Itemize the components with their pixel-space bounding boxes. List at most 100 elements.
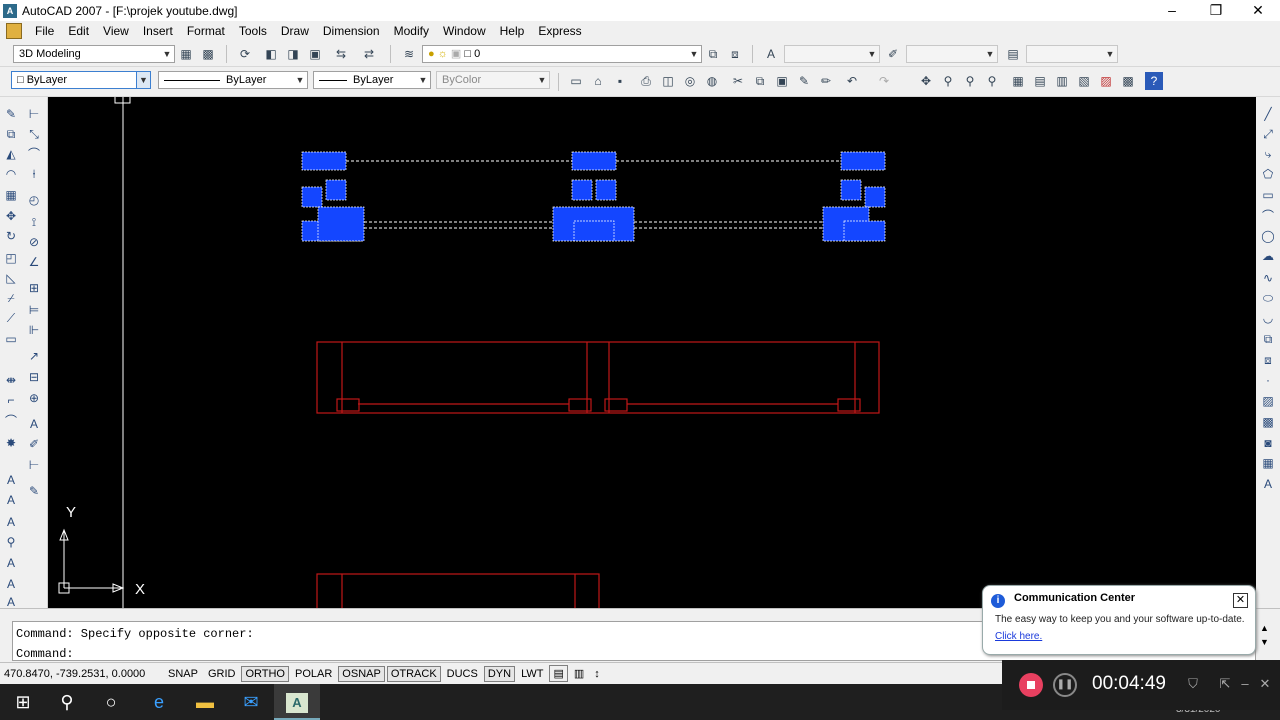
menu-express[interactable]: Express xyxy=(531,24,588,38)
layer-tool-icon[interactable]: ▣ xyxy=(306,45,324,63)
ortho-toggle[interactable]: ORTHO xyxy=(241,665,289,682)
menu-edit[interactable]: Edit xyxy=(61,24,96,38)
find-text-icon[interactable]: ⚲ xyxy=(2,533,20,551)
ellipse-icon[interactable]: ⬭ xyxy=(1259,289,1277,307)
ordinate-dimension-icon[interactable]: ⍿ xyxy=(25,165,43,183)
layer-tool-icon[interactable]: ⇄ xyxy=(360,45,378,63)
menu-format[interactable]: Format xyxy=(180,24,232,38)
arc-icon[interactable]: ⌒ xyxy=(1259,207,1277,225)
lwt-toggle[interactable]: LWT xyxy=(517,666,547,682)
refresh-icon[interactable]: ⟳ xyxy=(236,45,254,63)
expand-icon[interactable]: ⇱ xyxy=(1216,676,1234,692)
plotstyle-dropdown[interactable]: ByColor ▼ xyxy=(436,71,550,89)
baseline-dimension-icon[interactable]: ⊨ xyxy=(25,301,43,319)
scroll-up-icon[interactable]: ▲ xyxy=(1260,623,1269,633)
zoom-window-icon[interactable]: ⚲ xyxy=(961,72,979,90)
revision-cloud-icon[interactable]: ☁ xyxy=(1259,247,1277,265)
menu-tools[interactable]: Tools xyxy=(232,24,274,38)
cut-icon[interactable]: ✂ xyxy=(729,72,747,90)
help-icon[interactable]: ? xyxy=(1145,72,1163,90)
make-layer-current-icon[interactable]: ⧉ xyxy=(704,45,722,63)
menu-window[interactable]: Window xyxy=(436,24,493,38)
workspace-settings-icon[interactable]: ▦ xyxy=(177,45,195,63)
coordinate-readout[interactable]: 470.8470, -739.2531, 0.0000 xyxy=(4,668,164,680)
properties-icon[interactable]: ▦ xyxy=(1009,72,1027,90)
linetype-dropdown[interactable]: ByLayer ▼ xyxy=(158,71,308,89)
plot-preview-icon[interactable]: ◫ xyxy=(659,72,677,90)
publish-icon[interactable]: ◎ xyxy=(681,72,699,90)
close-icon[interactable]: ✕ xyxy=(1233,593,1248,608)
construction-line-icon[interactable]: ⤢ xyxy=(1259,125,1277,143)
lineweight-dropdown[interactable]: ByLayer ▼ xyxy=(313,71,431,89)
tool-palettes-icon[interactable]: ▥ xyxy=(1053,72,1071,90)
dim-style-dropdown[interactable]: ▼ xyxy=(906,45,998,63)
menu-insert[interactable]: Insert xyxy=(136,24,180,38)
explode-icon[interactable]: ✸ xyxy=(2,434,20,452)
menu-dimension[interactable]: Dimension xyxy=(316,24,387,38)
rotate-icon[interactable]: ↻ xyxy=(2,227,20,245)
undo-icon[interactable]: ↶ xyxy=(843,72,861,90)
arc-length-icon[interactable]: ⌒ xyxy=(25,145,43,163)
calculator-icon[interactable]: ▩ xyxy=(1119,72,1137,90)
selected-block-left[interactable] xyxy=(301,151,365,242)
plot-icon[interactable]: ⎙ xyxy=(637,72,655,90)
layout-icon[interactable]: ▥ xyxy=(570,665,588,682)
maximize-button[interactable]: ❐ xyxy=(1194,0,1238,21)
make-block-icon[interactable]: ⧈ xyxy=(1259,351,1277,369)
block-editor-icon[interactable]: ✏ xyxy=(817,72,835,90)
pan-icon[interactable]: ✥ xyxy=(917,72,935,90)
scale-icon[interactable]: ◰ xyxy=(2,249,20,267)
stop-recording-button[interactable] xyxy=(1019,673,1043,697)
search-icon[interactable]: ⚲ xyxy=(44,684,90,720)
red-frame-drawing-lower[interactable] xyxy=(316,573,600,608)
text-style-icon[interactable]: A xyxy=(2,575,20,593)
ducs-toggle[interactable]: DUCS xyxy=(443,666,482,682)
copy-object-icon[interactable]: ⧉ xyxy=(2,125,20,143)
move-icon[interactable]: ✥ xyxy=(2,207,20,225)
menu-file[interactable]: File xyxy=(28,24,61,38)
insert-block-icon[interactable]: ⧉ xyxy=(1259,330,1277,348)
markup-icon[interactable]: ▨ xyxy=(1097,72,1115,90)
quick-dimension-icon[interactable]: ⊞ xyxy=(25,279,43,297)
dimension-update-icon[interactable]: ⊢ xyxy=(25,456,43,474)
save-workspace-icon[interactable]: ▩ xyxy=(199,45,217,63)
table-style-icon[interactable]: ▤ xyxy=(1004,45,1022,63)
close-button[interactable]: ✕ xyxy=(1236,0,1280,21)
windows-start-icon[interactable]: ⊞ xyxy=(0,684,46,720)
zoom-previous-icon[interactable]: ⚲ xyxy=(983,72,1001,90)
offset-icon[interactable]: ◠ xyxy=(2,165,20,183)
ellipse-arc-icon[interactable]: ◡ xyxy=(1259,309,1277,327)
tolerance-icon[interactable]: ⊟ xyxy=(25,368,43,386)
match-properties-icon[interactable]: ✎ xyxy=(795,72,813,90)
new-file-icon[interactable]: ▭ xyxy=(567,72,585,90)
region-icon[interactable]: ◙ xyxy=(1259,434,1277,452)
text-style-dropdown[interactable]: ▼ xyxy=(784,45,880,63)
design-center-icon[interactable]: ▤ xyxy=(1031,72,1049,90)
workspace-dropdown[interactable]: 3D Modeling ▼ xyxy=(13,45,175,63)
layer-manager-icon[interactable]: ≋ xyxy=(400,45,418,63)
table-icon[interactable]: ▦ xyxy=(1259,454,1277,472)
menu-view[interactable]: View xyxy=(96,24,136,38)
scroll-down-icon[interactable]: ▼ xyxy=(1260,637,1269,647)
dim-style-icon[interactable]: ✐ xyxy=(884,45,902,63)
dimension-style-icon[interactable]: ✎ xyxy=(25,482,43,500)
diameter-dimension-icon[interactable]: ⊘ xyxy=(25,233,43,251)
cortana-icon[interactable]: ○ xyxy=(88,684,134,720)
drawing-canvas[interactable]: Y X xyxy=(48,97,1256,608)
dyn-toggle[interactable]: DYN xyxy=(483,665,516,682)
jogged-dimension-icon[interactable]: ⟟ xyxy=(25,213,43,231)
copy-icon[interactable]: ⧉ xyxy=(751,72,769,90)
array-icon[interactable]: ▦ xyxy=(2,186,20,204)
linear-dimension-icon[interactable]: ⊢ xyxy=(25,105,43,123)
otrack-toggle[interactable]: OTRACK xyxy=(386,665,441,682)
spline-icon[interactable]: ∿ xyxy=(1259,269,1277,287)
spell-check-icon[interactable]: A xyxy=(2,554,20,572)
erase-icon[interactable]: ✎ xyxy=(2,105,20,123)
rectangle-icon[interactable]: ▭ xyxy=(1259,186,1277,204)
center-mark-icon[interactable]: ⊕ xyxy=(25,389,43,407)
hatch-icon[interactable]: ▨ xyxy=(1259,392,1277,410)
balloon-link[interactable]: Click here. xyxy=(995,631,1042,642)
aligned-dimension-icon[interactable]: ⤡ xyxy=(25,125,43,143)
menu-help[interactable]: Help xyxy=(493,24,532,38)
minimize-button[interactable]: – xyxy=(1150,0,1194,21)
